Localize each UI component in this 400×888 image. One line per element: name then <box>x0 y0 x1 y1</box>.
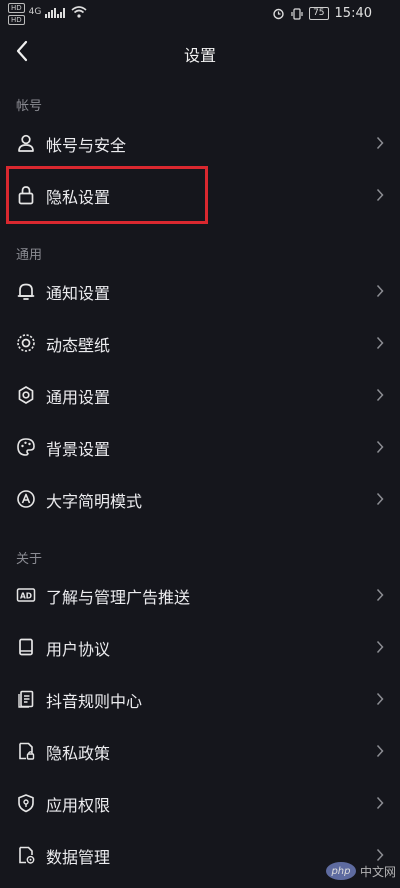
chevron-right-icon <box>376 188 384 202</box>
settings-item-user-agreement[interactable]: 用户协议 <box>0 622 400 672</box>
privacy-doc-icon <box>19 742 35 760</box>
settings-item-label: 帐号与安全 <box>46 136 127 155</box>
book-icon <box>19 638 33 656</box>
section-label-general: 通用 <box>16 248 43 263</box>
clock: 15:40 <box>334 6 372 21</box>
chevron-right-icon <box>376 848 384 862</box>
text-a-icon <box>17 490 35 508</box>
sparkle-ring-icon <box>17 334 35 352</box>
signal-icon <box>45 8 66 18</box>
wifi-icon <box>71 6 87 18</box>
settings-item-label: 动态壁纸 <box>46 336 111 355</box>
chevron-right-icon <box>376 284 384 298</box>
settings-item-label: 抖音规则中心 <box>46 692 143 711</box>
chevron-right-icon <box>376 692 384 706</box>
settings-item-live-wallpaper[interactable]: 动态壁纸 <box>0 318 400 368</box>
battery-icon: 75 <box>309 7 329 20</box>
settings-item-ad-management[interactable]: AD 了解与管理广告推送 <box>0 570 400 620</box>
data-doc-icon <box>19 846 35 864</box>
settings-item-label: 用户协议 <box>46 640 111 659</box>
bell-icon <box>17 283 35 300</box>
hd-badge-1: HD <box>8 3 25 13</box>
highlight-box <box>6 166 208 224</box>
settings-item-label: 数据管理 <box>46 848 111 867</box>
top-bar: 设置 <box>0 30 400 74</box>
watermark: php 中文网 <box>325 862 396 880</box>
vibrate-icon <box>291 7 303 20</box>
settings-item-rules-center[interactable]: 抖音规则中心 <box>0 674 400 724</box>
settings-item-general[interactable]: 通用设置 <box>0 370 400 420</box>
settings-item-account-security[interactable]: 帐号与安全 <box>0 118 400 168</box>
svg-text:AD: AD <box>20 591 32 600</box>
settings-item-large-text-mode[interactable]: 大字简明模式 <box>0 474 400 524</box>
chevron-right-icon <box>376 440 384 454</box>
alarm-icon <box>273 8 284 20</box>
chevron-right-icon <box>376 588 384 602</box>
status-bar: HD HD 4G 75 15:40 <box>0 0 400 30</box>
palette-icon <box>17 438 35 456</box>
chevron-right-icon <box>376 136 384 150</box>
chevron-right-icon <box>376 796 384 810</box>
ad-icon: AD <box>16 588 36 602</box>
chevron-right-icon <box>376 492 384 506</box>
settings-item-privacy-policy[interactable]: 隐私政策 <box>0 726 400 776</box>
chevron-right-icon <box>376 336 384 350</box>
page-title: 设置 <box>183 46 216 65</box>
document-icon <box>18 690 34 708</box>
section-label-account: 帐号 <box>16 99 43 114</box>
settings-item-label: 通知设置 <box>46 284 111 303</box>
person-icon <box>18 134 34 152</box>
settings-item-label: 隐私政策 <box>46 744 111 763</box>
watermark-logo: php <box>325 862 356 880</box>
shield-icon <box>18 794 34 813</box>
settings-item-label: 了解与管理广告推送 <box>46 588 191 607</box>
settings-item-notifications[interactable]: 通知设置 <box>0 266 400 316</box>
signal-label: 4G <box>28 7 42 17</box>
gear-icon <box>18 386 34 404</box>
watermark-text: 中文网 <box>359 864 396 879</box>
settings-item-label: 背景设置 <box>46 440 111 459</box>
settings-item-label: 大字简明模式 <box>46 492 143 511</box>
settings-item-background[interactable]: 背景设置 <box>0 422 400 472</box>
hd-badge-2: HD <box>8 15 25 25</box>
section-label-about: 关于 <box>16 552 43 567</box>
settings-item-label: 通用设置 <box>46 388 111 407</box>
chevron-right-icon <box>376 744 384 758</box>
settings-item-label: 应用权限 <box>46 796 111 815</box>
settings-item-app-permissions[interactable]: 应用权限 <box>0 778 400 828</box>
chevron-right-icon <box>376 640 384 654</box>
chevron-right-icon <box>376 388 384 402</box>
